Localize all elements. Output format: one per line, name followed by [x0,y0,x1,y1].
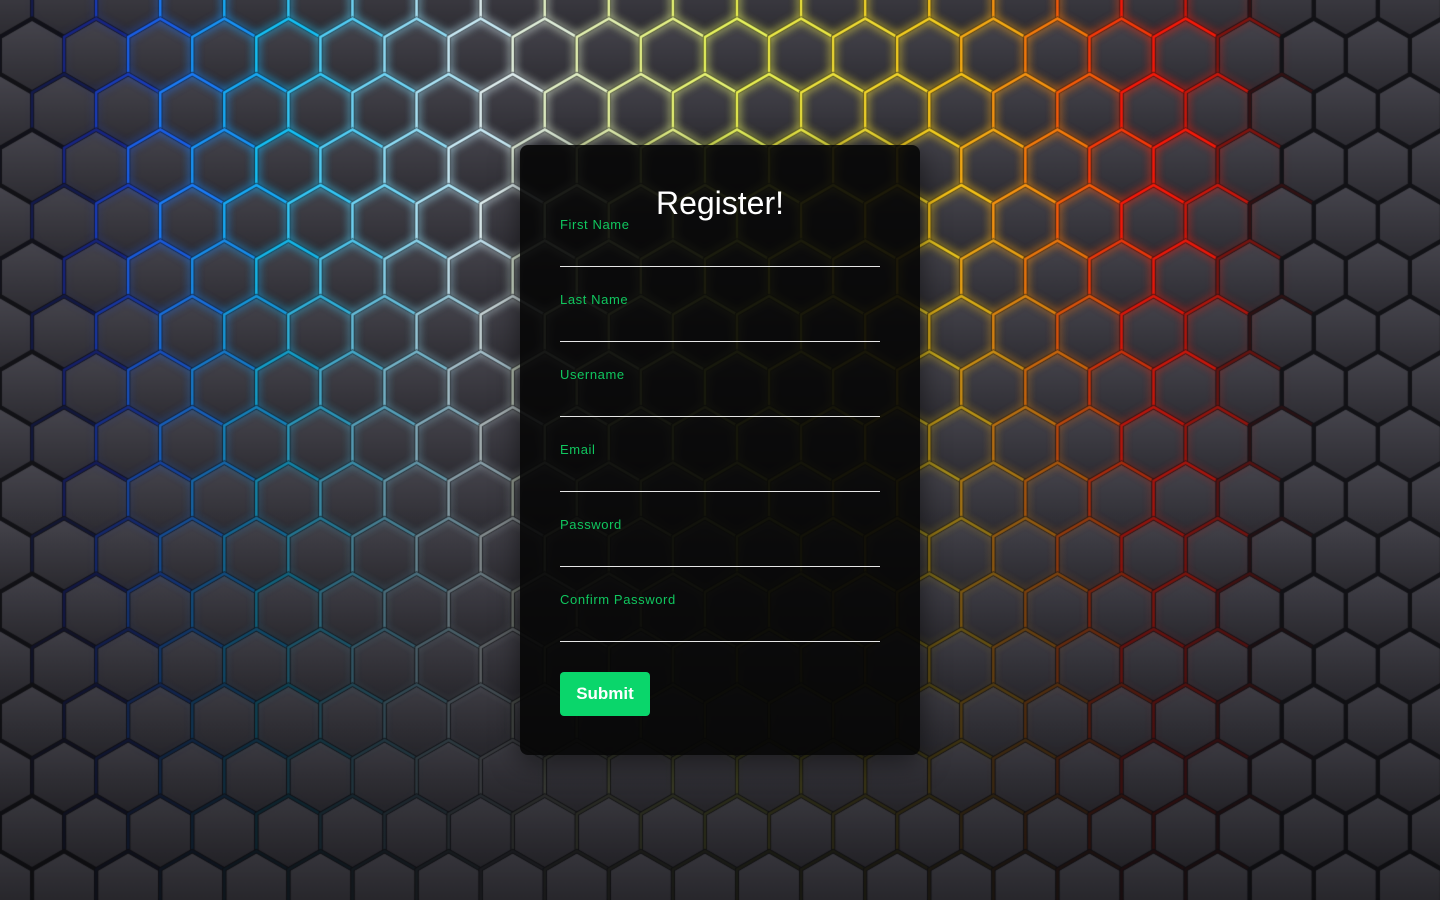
email-field: Email [560,442,880,502]
last-name-input[interactable] [560,314,880,342]
username-label: Username [560,367,625,382]
register-card: Register! First Name Last Name Username … [520,145,920,755]
confirm-password-label: Confirm Password [560,592,676,607]
last-name-field: Last Name [560,292,880,352]
email-label: Email [560,442,596,457]
password-input[interactable] [560,539,880,567]
first-name-input[interactable] [560,239,880,267]
username-input[interactable] [560,389,880,417]
password-label: Password [560,517,622,532]
email-input[interactable] [560,464,880,492]
first-name-label: First Name [560,217,630,232]
first-name-field: First Name [560,217,880,277]
last-name-label: Last Name [560,292,629,307]
password-field: Password [560,517,880,577]
username-field: Username [560,367,880,427]
submit-button[interactable]: Submit [560,672,650,716]
confirm-password-input[interactable] [560,614,880,642]
confirm-password-field: Confirm Password [560,592,880,652]
